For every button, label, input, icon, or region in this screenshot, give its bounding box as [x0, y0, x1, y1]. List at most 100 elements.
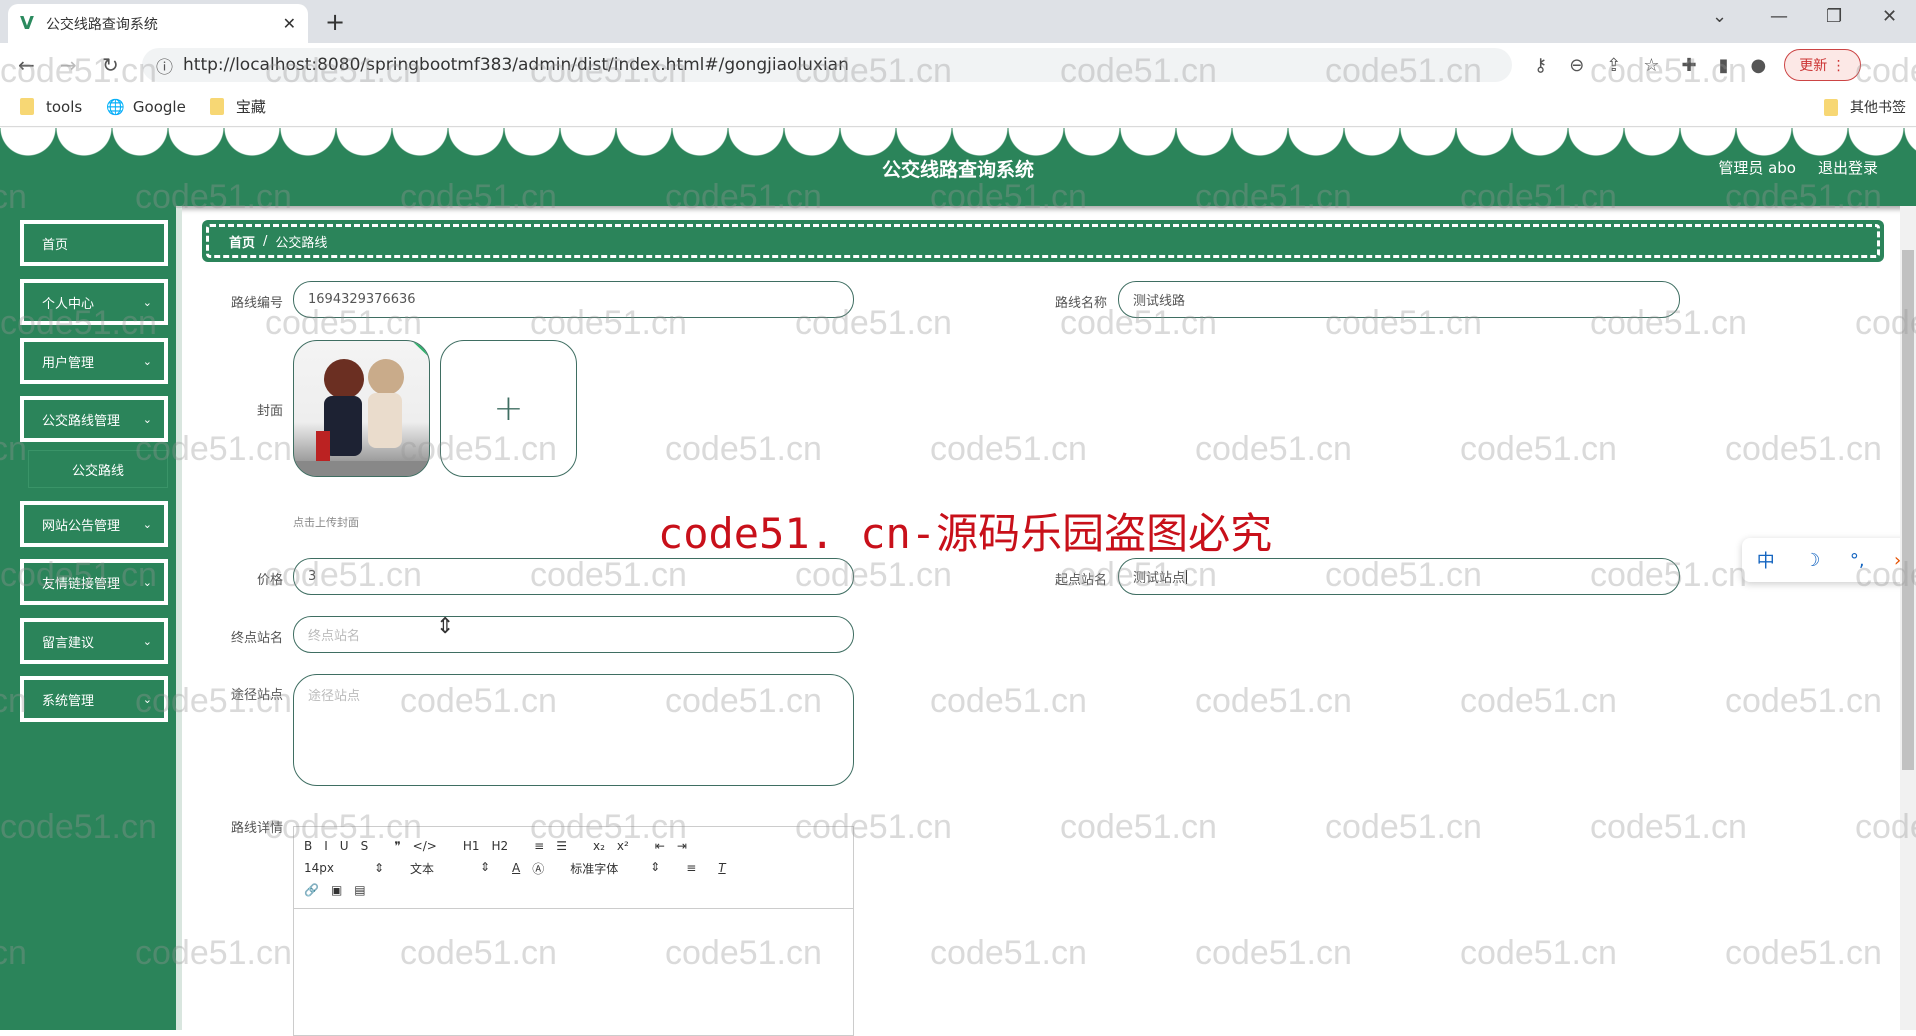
sidebar-item-users[interactable]: 用户管理 ⌄: [20, 338, 168, 384]
route-name-value: 测试线路: [1133, 294, 1186, 309]
sidebar-item-routes[interactable]: 公交路线管理 ⌄: [20, 396, 168, 442]
h1-icon[interactable]: H1: [463, 839, 480, 853]
h2-icon[interactable]: H2: [492, 839, 509, 853]
ime-moon-icon[interactable]: ☽: [1804, 550, 1820, 571]
background-color-icon[interactable]: Ⓐ: [532, 860, 544, 877]
font-family-select[interactable]: 标准字体 ⇕: [570, 860, 660, 877]
app-title: 公交线路查询系统: [881, 159, 1034, 181]
font-family-value: 标准字体: [570, 861, 619, 876]
restore-button[interactable]: ❐: [1826, 6, 1842, 27]
breadcrumb-current: 公交路线: [275, 235, 328, 251]
breadcrumb-home[interactable]: 首页: [229, 232, 255, 251]
code-icon[interactable]: </>: [413, 839, 437, 853]
sidebar-item-system[interactable]: 系统管理 ⌄: [20, 676, 168, 722]
video-icon[interactable]: ▤: [354, 883, 365, 897]
bookmark-tools[interactable]: tools: [20, 98, 82, 116]
chevron-down-icon: ⌄: [142, 692, 152, 706]
clear-format-icon[interactable]: T: [718, 861, 725, 875]
info-icon[interactable]: ⓘ: [156, 53, 173, 78]
strike-icon[interactable]: S: [361, 839, 369, 853]
close-window-button[interactable]: ✕: [1882, 6, 1897, 27]
via-stations-textarea[interactable]: 途径站点: [293, 674, 854, 786]
link-icon[interactable]: 🔗: [304, 883, 319, 897]
price-value: 3: [308, 569, 317, 584]
sidepanel-icon[interactable]: ▮: [1719, 55, 1729, 76]
route-name-input[interactable]: 测试线路: [1118, 281, 1680, 318]
underline-icon[interactable]: U: [340, 839, 349, 853]
back-icon[interactable]: ←: [18, 53, 42, 77]
price-input[interactable]: 3: [293, 558, 854, 595]
font-size-value: 14px: [304, 861, 334, 875]
new-tab-button[interactable]: +: [325, 8, 345, 36]
sidebar-item-links[interactable]: 友情链接管理 ⌄: [20, 559, 168, 605]
profile-icon[interactable]: ●: [1751, 55, 1767, 76]
watermark-text: code51.cn: [930, 430, 1087, 468]
logout-link[interactable]: 退出登录: [1818, 157, 1878, 178]
italic-icon[interactable]: I: [324, 839, 328, 853]
minimize-button[interactable]: —: [1770, 6, 1788, 27]
route-no-label: 路线编号: [230, 296, 283, 311]
ime-punctuation-icon[interactable]: °,: [1850, 550, 1865, 571]
via-stations-placeholder: 途径站点: [308, 689, 361, 704]
sidebar-item-home[interactable]: 首页: [20, 220, 168, 266]
other-bookmarks[interactable]: 其他书签: [1824, 97, 1906, 117]
blockquote-icon[interactable]: ❞: [394, 839, 400, 853]
browser-tab[interactable]: V 公交线路查询系统 ✕: [8, 4, 308, 43]
zoom-out-icon[interactable]: ⊖: [1569, 55, 1584, 76]
indent-icon[interactable]: ⇥: [677, 839, 687, 853]
chevron-down-icon: ⌄: [142, 634, 152, 648]
route-detail-label: 路线详情: [230, 821, 283, 836]
watermark-text: code51.cn: [1460, 682, 1617, 720]
start-station-label: 起点站名: [1054, 573, 1107, 588]
ordered-list-icon[interactable]: ≡: [534, 839, 544, 853]
superscript-icon[interactable]: x²: [617, 839, 629, 853]
sidebar: 首页 个人中心 ⌄ 用户管理 ⌄ 公交路线管理 ⌄ 公交路线 网站公告管理 ⌄ 友情链接…: [0, 206, 182, 1030]
update-button[interactable]: 更新 ⋮: [1784, 49, 1861, 81]
menu-label: 用户管理: [42, 355, 95, 371]
watermark-text: code51.cn: [1725, 430, 1882, 468]
share-icon[interactable]: ⇪: [1606, 55, 1621, 76]
url-input[interactable]: ⓘ http://localhost:8080/springbootmf383/…: [142, 48, 1512, 82]
sidebar-item-profile[interactable]: 个人中心 ⌄: [20, 279, 168, 325]
end-station-label: 终点站名: [230, 631, 283, 646]
tab-search-icon[interactable]: ⌄: [1712, 6, 1727, 27]
cover-illustration: [294, 341, 429, 476]
reload-icon[interactable]: ↻: [102, 53, 126, 77]
align-icon[interactable]: ≡: [686, 861, 696, 875]
folder-icon: [1824, 98, 1838, 116]
watermark-text: code51.cn: [1590, 808, 1747, 846]
bullet-list-icon[interactable]: ☰: [556, 839, 567, 853]
ime-chinese-icon[interactable]: 中: [1757, 547, 1775, 573]
subscript-icon[interactable]: x₂: [593, 839, 605, 853]
star-icon[interactable]: ☆: [1643, 55, 1659, 76]
cover-image[interactable]: [293, 340, 430, 477]
menu-label: 首页: [42, 237, 69, 253]
editor-toolbar: B I U S ❞ </> H1 H2 ≡ ☰ x₂ x² ⇤ ⇥ 14px ⇕ 文本 ⇕ A Ⓐ 标准字…: [294, 827, 853, 909]
font-size-select[interactable]: 14px ⇕: [304, 861, 384, 875]
end-station-input[interactable]: 终点站名: [293, 616, 854, 653]
rich-text-editor[interactable]: B I U S ❞ </> H1 H2 ≡ ☰ x₂ x² ⇤ ⇥ 14px ⇕ 文本 ⇕ A Ⓐ 标准字…: [293, 826, 854, 1036]
sidebar-subitem-bus-route[interactable]: 公交路线: [28, 450, 168, 488]
bookmark-google[interactable]: 🌐 Google: [106, 98, 186, 116]
watermark-text: code51.cn: [665, 430, 822, 468]
forward-icon[interactable]: →: [60, 53, 84, 77]
update-label: 更新: [1799, 58, 1828, 74]
bookmark-treasure[interactable]: 宝藏: [209, 96, 266, 117]
other-bookmarks-label: 其他书签: [1850, 100, 1906, 116]
key-icon[interactable]: ⚷: [1534, 55, 1547, 76]
scrollbar-thumb[interactable]: [1902, 250, 1914, 770]
upload-cover-button[interactable]: +: [440, 340, 577, 477]
bold-icon[interactable]: B: [304, 839, 312, 853]
extensions-icon[interactable]: ✚: [1682, 55, 1697, 76]
outdent-icon[interactable]: ⇤: [655, 839, 665, 853]
route-no-input[interactable]: 1694329376636: [293, 281, 854, 318]
header-select[interactable]: 文本 ⇕: [410, 860, 490, 877]
end-station-placeholder: 终点站名: [308, 629, 361, 644]
sidebar-item-messages[interactable]: 留言建议 ⌄: [20, 618, 168, 664]
font-color-icon[interactable]: A: [512, 861, 520, 875]
close-tab-icon[interactable]: ✕: [283, 14, 296, 33]
image-icon[interactable]: ▣: [331, 883, 342, 897]
start-station-input[interactable]: 测试站点: [1118, 558, 1680, 595]
menu-label: 留言建议: [42, 635, 95, 651]
header-value: 文本: [410, 861, 435, 876]
